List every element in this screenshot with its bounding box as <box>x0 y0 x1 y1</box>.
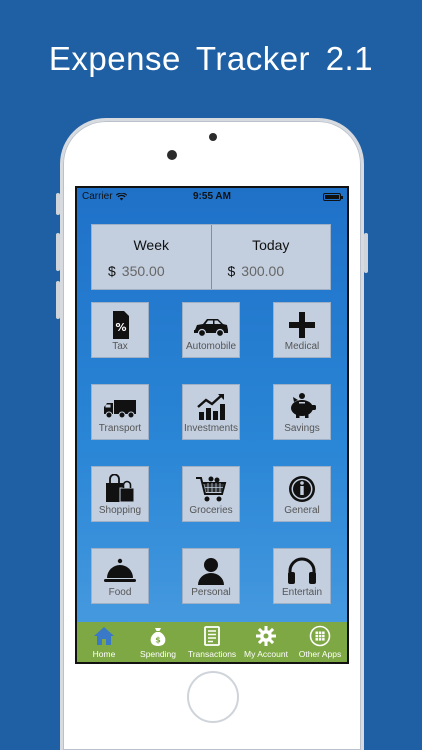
tab-spending[interactable]: $ Spending <box>131 622 185 662</box>
category-medical[interactable]: Medical <box>273 302 331 358</box>
tab-other-apps[interactable]: Other Apps <box>293 622 347 662</box>
category-label: Medical <box>284 341 320 352</box>
front-camera <box>167 150 177 160</box>
medical-cross-icon <box>289 312 315 338</box>
tab-bar: Home $ Spending Transactions My Account … <box>77 622 347 662</box>
category-label: Automobile <box>185 341 237 352</box>
headphones-icon <box>288 557 316 584</box>
volume-down-button <box>56 281 60 319</box>
category-label: Personal <box>191 587 231 598</box>
truck-icon <box>104 400 136 419</box>
car-icon <box>194 319 228 338</box>
status-time: 9:55 AM <box>193 191 231 202</box>
mute-switch <box>56 193 60 215</box>
apps-grid-icon <box>309 625 331 647</box>
volume-up-button <box>56 233 60 271</box>
home-hardware-button[interactable] <box>187 671 239 723</box>
chart-growth-icon <box>197 394 225 420</box>
speaker <box>209 133 217 141</box>
category-automobile[interactable]: Automobile <box>182 302 240 358</box>
today-label: Today <box>252 237 290 253</box>
category-entertain[interactable]: Entertain <box>273 548 331 604</box>
today-amount: $300.00 <box>228 263 285 279</box>
category-label: General <box>284 505 320 516</box>
category-label: Tax <box>112 341 128 352</box>
category-tax[interactable]: % Tax <box>91 302 149 358</box>
tab-label: Other Apps <box>298 649 342 659</box>
category-savings[interactable]: Savings <box>273 384 331 440</box>
headline: Expense Tracker 2.1 <box>48 40 374 77</box>
phone-frame: Carrier 9:55 AM Week $350.00 Today $ 300… <box>56 118 368 750</box>
person-icon <box>198 558 224 585</box>
category-shopping[interactable]: Shopping <box>91 466 149 522</box>
tab-label: Home <box>92 649 116 659</box>
tab-my-account[interactable]: My Account <box>239 622 293 662</box>
category-transport[interactable]: Transport <box>91 384 149 440</box>
category-label: Transport <box>98 423 142 434</box>
status-bar: Carrier 9:55 AM <box>77 188 347 206</box>
week-amount: $350.00 <box>108 263 165 279</box>
gear-icon <box>256 626 276 646</box>
tab-home[interactable]: Home <box>77 622 131 662</box>
tab-label: Spending <box>140 649 176 659</box>
receipt-icon <box>204 626 220 646</box>
category-general[interactable]: General <box>273 466 331 522</box>
week-label: Week <box>133 237 170 253</box>
category-label: Savings <box>284 423 320 434</box>
power-button <box>364 233 368 273</box>
category-label: Shopping <box>98 505 142 516</box>
info-icon <box>289 476 315 502</box>
tax-document-icon: % <box>113 311 129 339</box>
home-icon <box>94 627 114 645</box>
svg-text:%: % <box>115 321 126 334</box>
week-value: 350.00 <box>121 263 165 279</box>
category-groceries[interactable]: Groceries <box>182 466 240 522</box>
spending-summary: Week $350.00 Today $300.00 <box>91 224 331 290</box>
category-food[interactable]: Food <box>91 548 149 604</box>
category-investments[interactable]: Investments <box>182 384 240 440</box>
piggy-bank-icon <box>291 393 316 418</box>
shopping-cart-icon <box>196 476 227 502</box>
category-label: Investments <box>184 423 238 434</box>
category-label: Food <box>108 587 132 598</box>
tab-label: Transactions <box>187 649 237 659</box>
shopping-bags-icon <box>106 474 135 503</box>
tab-label: My Account <box>244 649 288 659</box>
tab-transactions[interactable]: Transactions <box>185 622 239 662</box>
today-summary[interactable]: Today $300.00 <box>210 225 331 289</box>
category-label: Groceries <box>189 505 233 516</box>
app-screen: Carrier 9:55 AM Week $350.00 Today $ 300… <box>75 186 349 664</box>
svg-text:$: $ <box>155 636 161 645</box>
food-cloche-icon <box>104 558 136 582</box>
money-bag-icon: $ <box>150 628 166 646</box>
today-value: 300.00 <box>241 263 285 279</box>
category-personal[interactable]: Personal <box>182 548 240 604</box>
category-label: Entertain <box>281 587 323 598</box>
week-currency: $ <box>108 263 116 279</box>
battery-icon <box>323 193 343 201</box>
today-currency: $ <box>227 263 236 279</box>
week-summary[interactable]: Week $350.00 <box>92 225 211 289</box>
